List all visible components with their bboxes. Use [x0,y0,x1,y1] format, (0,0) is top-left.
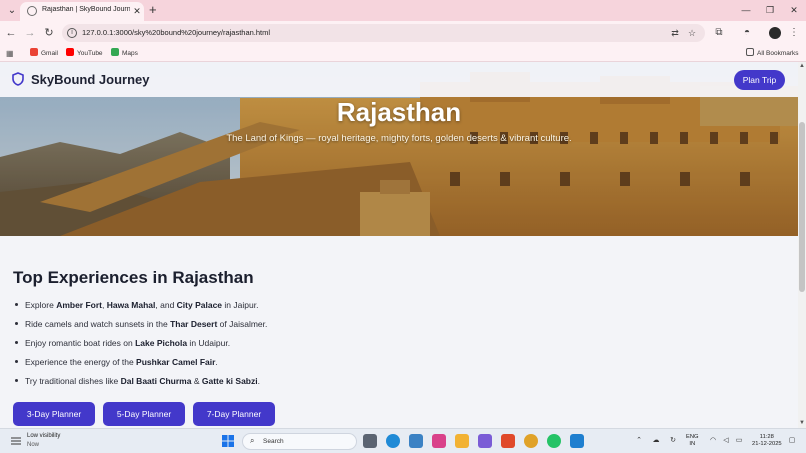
planner-7-day-button[interactable]: 7-Day Planner [193,402,275,426]
youtube-icon [66,48,74,56]
address-bar[interactable]: i 127.0.0.1:3000/sky%20bound%20journey/r… [62,24,705,42]
url-text[interactable]: 127.0.0.1:3000/sky%20bound%20journey/raj… [82,28,270,37]
sync-icon[interactable]: ↻ [668,436,678,446]
search-icon: ⌕ [250,436,255,445]
experiences-list: Explore Amber Fort, Hawa Mahal, and City… [14,299,714,394]
maps-icon [111,48,119,56]
highlight-text: Hawa Mahal [106,300,156,310]
page-viewport[interactable]: SkyBound Journey Plan Trip Rajasthan The… [0,62,798,428]
planner-5-day-button[interactable]: 5-Day Planner [103,402,185,426]
list-item: Experience the energy of the Pushkar Cam… [14,356,714,375]
bookmarks-bar: ▦ Gmail YouTube Maps All Bookmarks [0,45,806,62]
list-item: Explore Amber Fort, Hawa Mahal, and City… [14,299,714,318]
globe-icon [27,6,37,16]
windows-start-icon[interactable] [222,435,234,447]
back-arrow-icon[interactable]: ← [4,26,18,40]
highlight-text: Lake Pichola [135,338,188,348]
chrome-icon[interactable] [524,434,538,448]
list-item: Try traditional dishes like Dal Baati Ch… [14,375,714,394]
shield-icon [12,72,24,86]
bookmark-gmail[interactable]: Gmail [30,48,58,59]
fog-weather-icon [11,437,21,445]
profile-avatar[interactable] [769,27,781,39]
bookmark-star-icon[interactable]: ☆ [686,27,698,39]
browser-toolbar: ← → ↻ i 127.0.0.1:3000/sky%20bound%20jou… [0,21,806,45]
taskbar-search-placeholder: Search [263,438,284,445]
highlight-text: Gatte ki Sabzi [201,376,258,386]
minimize-icon[interactable]: — [738,3,754,17]
battery-icon[interactable]: ▭ [734,436,744,446]
planner-3-day-button[interactable]: 3-Day Planner [13,402,95,426]
site-header: SkyBound Journey Plan Trip [0,62,798,97]
highlight-text: Thar Desert [170,319,218,329]
brave-icon[interactable] [501,434,515,448]
whatsapp-icon[interactable] [547,434,561,448]
incognito-icon[interactable]: ◓ [740,26,754,40]
edge-icon[interactable] [386,434,400,448]
highlight-text: Dal Baati Churma [120,376,192,386]
apps-grid-icon[interactable]: ▦ [6,49,15,58]
instagram-icon[interactable] [432,434,446,448]
gmail-icon [30,48,38,56]
clock-date: 21-12-2025 [752,441,782,447]
clock-time: 11:28 [759,434,774,440]
taskbar: Low visibility Now ⌕ Search ⌃ ☁ ↻ ENG IN… [0,428,806,453]
extensions-puzzle-icon[interactable]: ⧉ [712,26,726,40]
forward-arrow-icon[interactable]: → [23,26,37,40]
highlight-text: City Palace [176,300,223,310]
task-view-icon[interactable] [363,434,377,448]
scroll-down-arrow-icon[interactable]: ▼ [798,419,806,428]
file-explorer-icon[interactable] [455,434,469,448]
weather-title[interactable]: Low visibility [27,433,60,439]
new-tab-plus-icon[interactable]: + [149,3,159,17]
copilot-icon[interactable] [478,434,492,448]
translate-icon[interactable]: ⇄ [669,27,681,39]
weather-subtitle: Now [27,442,40,448]
volume-icon[interactable]: ◁ [721,436,731,446]
bookmark-youtube[interactable]: YouTube [66,48,103,59]
all-bookmarks[interactable]: All Bookmarks [746,48,799,59]
scroll-up-arrow-icon[interactable]: ▲ [798,62,806,71]
list-item: Enjoy romantic boat rides on Lake Pichol… [14,337,714,356]
page-scrollbar[interactable]: ▲ ▼ [798,62,806,428]
scroll-thumb[interactable] [799,122,805,292]
section-title: Top Experiences in Rajasthan [13,268,254,287]
close-tab-icon[interactable]: ✕ [132,5,142,17]
hero-title: Rajasthan [336,97,462,127]
restore-icon[interactable]: ❐ [762,3,778,17]
tab-title: Rajasthan | SkyBound Journey [42,6,130,13]
folder-icon [746,48,754,56]
site-info-icon[interactable]: i [67,28,77,38]
kebab-menu-icon[interactable]: ⋮ [787,26,801,40]
hero-subtitle: The Land of Kings — royal heritage, migh… [226,133,572,144]
list-item: Ride camels and watch sunsets in the Tha… [14,318,714,337]
taskbar-search[interactable]: ⌕ Search [242,433,357,450]
brand-name[interactable]: SkyBound Journey [31,72,149,87]
wifi-icon[interactable]: ◠ [708,436,718,446]
hero-banner: SkyBound Journey Plan Trip Rajasthan The… [0,62,798,236]
notification-icon[interactable]: ▢ [787,436,797,446]
clock[interactable]: 11:28 21-12-2025 [752,434,782,448]
vscode-icon[interactable] [570,434,584,448]
browser-tab[interactable]: Rajasthan | SkyBound Journey ✕ [20,2,144,21]
bookmark-maps[interactable]: Maps [111,48,138,59]
tab-strip: ⌄ Rajasthan | SkyBound Journey ✕ + — ❐ ✕ [0,0,806,21]
window-close-icon[interactable]: ✕ [786,3,802,17]
cloud-icon[interactable]: ☁ [651,436,661,446]
tab-search-chevron-icon[interactable]: ⌄ [4,3,20,18]
reload-icon[interactable]: ↻ [42,26,56,40]
highlight-text: Pushkar Camel Fair [136,357,216,367]
store-icon[interactable] [409,434,423,448]
chevron-up-icon[interactable]: ⌃ [634,436,644,446]
plan-trip-button[interactable]: Plan Trip [734,70,785,90]
highlight-text: Amber Fort [56,300,102,310]
language-indicator[interactable]: ENG IN [686,434,699,448]
